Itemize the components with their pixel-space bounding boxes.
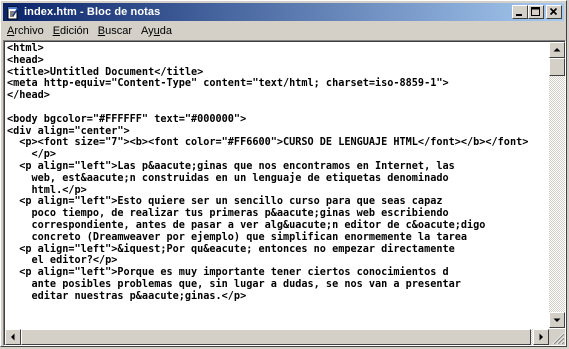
arrow-left-icon xyxy=(11,333,15,341)
window-title: index.htm - Bloc de notas xyxy=(24,6,161,18)
arrow-down-icon xyxy=(553,318,561,322)
maximize-icon xyxy=(531,7,540,16)
horizontal-scroll-thumb[interactable] xyxy=(21,329,531,345)
menu-buscar-label: uscar xyxy=(105,24,133,37)
close-button[interactable] xyxy=(546,5,562,19)
maximize-button[interactable] xyxy=(528,5,544,19)
minimize-icon xyxy=(516,14,522,16)
menu-ayuda[interactable]: Ayuda xyxy=(137,25,177,37)
editor-content[interactable]: <html> <head> <title>Untitled Document</… xyxy=(7,43,551,303)
menu-ayuda-label: da xyxy=(159,24,173,37)
close-icon xyxy=(549,7,558,16)
menu-bar: Archivo Edición Buscar Ayuda xyxy=(3,22,564,39)
vertical-scrollbar[interactable] xyxy=(549,42,565,328)
arrow-right-icon xyxy=(539,333,543,341)
notepad-icon[interactable] xyxy=(6,5,20,20)
menu-edicion[interactable]: Edición xyxy=(49,25,94,37)
scroll-right-button[interactable] xyxy=(533,329,549,345)
menu-archivo-label: rchivo xyxy=(14,24,44,37)
scroll-down-button[interactable] xyxy=(549,312,565,328)
menu-archivo[interactable]: Archivo xyxy=(3,25,49,37)
editor-frame: <html> <head> <title>Untitled Document</… xyxy=(3,40,566,346)
title-bar[interactable]: index.htm - Bloc de notas xyxy=(3,3,564,21)
notepad-window: index.htm - Bloc de notas Archivo Edició… xyxy=(0,0,567,347)
horizontal-scrollbar[interactable] xyxy=(5,329,549,345)
scroll-up-button[interactable] xyxy=(549,42,565,58)
resize-grip-icon xyxy=(552,332,565,345)
arrow-up-icon xyxy=(553,48,561,52)
minimize-button[interactable] xyxy=(512,5,528,19)
menu-edicion-mnemonic: E xyxy=(52,24,61,37)
editor-body: <html> <head> <title>Untitled Document</… xyxy=(4,41,565,345)
menu-buscar[interactable]: Buscar xyxy=(94,25,137,37)
menu-ayuda-prefix: Ay xyxy=(141,24,154,37)
menu-edicion-label: dición xyxy=(60,24,89,37)
size-grip[interactable] xyxy=(549,329,565,345)
window-controls xyxy=(512,5,562,19)
text-editor[interactable]: <html> <head> <title>Untitled Document</… xyxy=(7,43,551,327)
vertical-scroll-thumb[interactable] xyxy=(549,58,565,76)
scroll-left-button[interactable] xyxy=(5,329,21,345)
